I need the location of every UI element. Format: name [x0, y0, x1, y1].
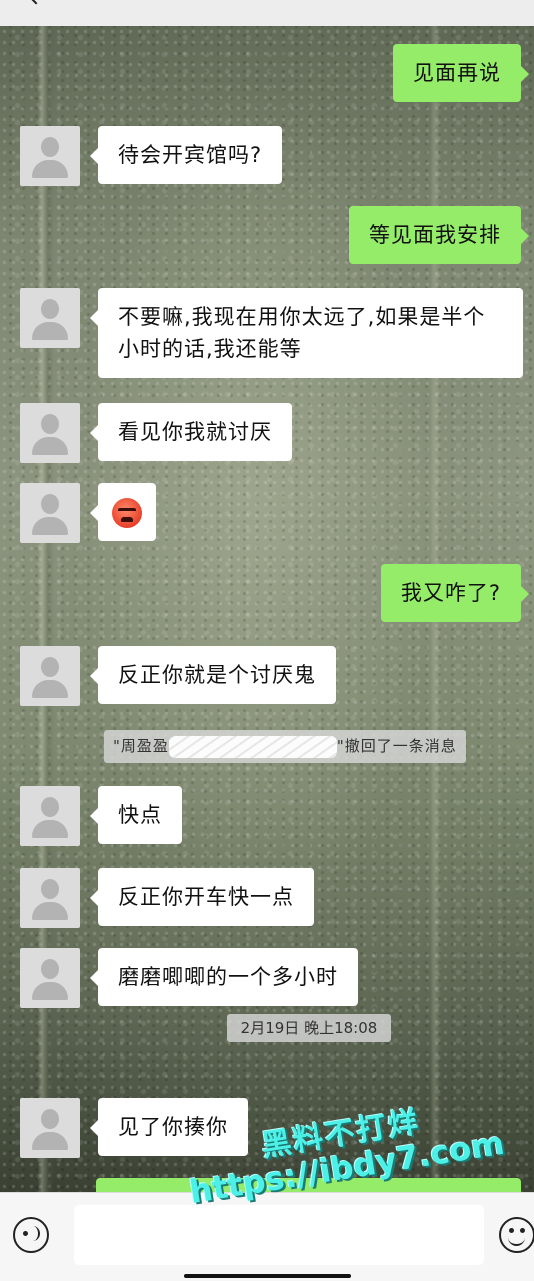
contact-avatar[interactable] [20, 646, 80, 706]
timestamp-divider: 2月19日 晚上18:08 [227, 1014, 391, 1042]
message-bubble-outgoing[interactable]: 我又咋了? [380, 564, 530, 622]
angry-face-icon [112, 498, 142, 528]
contact-avatar[interactable] [20, 288, 80, 348]
recall-notice-suffix: "撤回了一条消息 [336, 737, 457, 755]
back-chevron-icon[interactable] [27, 0, 45, 5]
message-bubble-incoming[interactable]: 看见你我就讨厌 [90, 403, 292, 461]
contact-avatar[interactable] [20, 126, 80, 186]
contact-avatar[interactable] [20, 868, 80, 928]
message-bubble-incoming[interactable]: 待会开宾馆吗? [89, 126, 283, 184]
top-bar [0, 0, 534, 26]
message-bubble-outgoing[interactable]: 见面再说 [393, 44, 529, 102]
contact-avatar[interactable] [20, 948, 80, 1008]
voice-input-icon[interactable] [13, 1217, 49, 1253]
home-indicator[interactable] [184, 1274, 351, 1278]
recall-notice-name: "周盈盈 [113, 737, 169, 755]
message-bubble-outgoing[interactable]: 等见面我安排 [349, 206, 529, 264]
message-bubble-incoming[interactable] [90, 483, 156, 541]
message-bubble-incoming[interactable]: 快点 [90, 786, 182, 844]
contact-avatar[interactable] [20, 1098, 80, 1158]
message-bubble-incoming[interactable]: 磨磨唧唧的一个多小时 [90, 948, 358, 1006]
contact-avatar[interactable] [20, 403, 80, 463]
message-bubble-incoming[interactable]: 不要嘛,我现在用你太远了,如果是半个小时的话,我还能等 [90, 288, 523, 378]
contact-avatar[interactable] [20, 786, 80, 846]
emoji-icon[interactable] [499, 1217, 534, 1253]
recall-notice: "周盈盈 "撤回了一条消息 [104, 730, 466, 763]
message-bubble-incoming[interactable]: 反正你开车快一点 [90, 868, 314, 926]
redaction-scribble [168, 735, 337, 758]
contact-avatar[interactable] [20, 483, 80, 543]
message-bubble-incoming[interactable]: 反正你就是个讨厌鬼 [90, 646, 336, 704]
